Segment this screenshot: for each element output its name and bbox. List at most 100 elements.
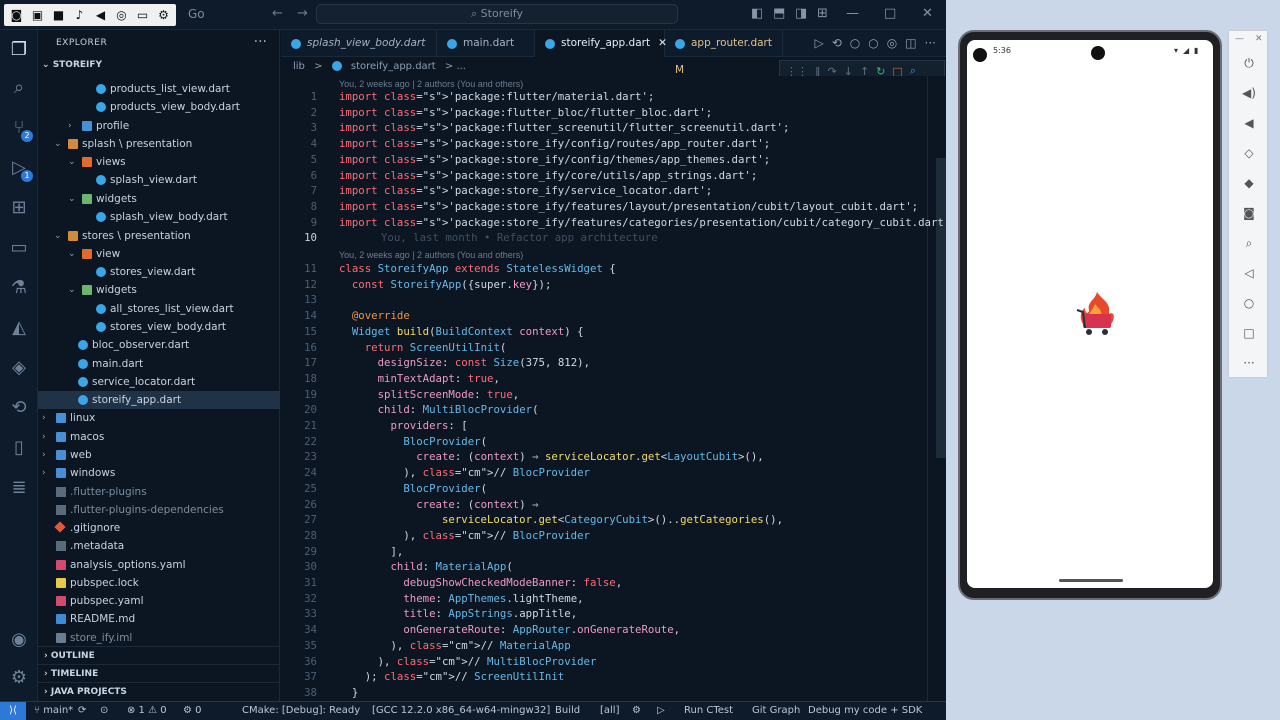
mic-icon[interactable]: ♪ (71, 4, 88, 26)
toggle-sidebar-icon[interactable]: ◧ (751, 6, 763, 21)
tab-app-router[interactable]: app_router.dart M (665, 30, 783, 76)
more-icon[interactable]: ··· (925, 36, 936, 50)
tree-item[interactable]: products_list_view.dart (38, 80, 280, 98)
code-line[interactable]: 32 theme: AppThemes.lightTheme, (281, 591, 921, 607)
debug-bug-icon[interactable]: ⚙ (632, 702, 641, 720)
window-icon[interactable]: ▭ (134, 4, 151, 26)
code-line[interactable]: 4 import class="s">'package:store_ify/con… (281, 136, 921, 152)
toggle-panel-icon[interactable]: ⬒ (773, 6, 785, 21)
bookmarks-icon[interactable]: ▯ (7, 436, 31, 460)
tree-item[interactable]: storeify_app.dart (38, 391, 280, 409)
code-line[interactable]: 22 BlocProvider( (281, 434, 921, 450)
tree-item[interactable]: › windows (38, 464, 280, 482)
volume-down-icon[interactable]: ◀ (1237, 111, 1261, 135)
close-emulator-icon[interactable]: ✕ (1255, 34, 1263, 44)
tree-item[interactable]: README.md (38, 610, 280, 628)
code-line[interactable]: 29 ], (281, 544, 921, 560)
remote-explorer-icon[interactable]: ▭ (7, 236, 31, 260)
problems-indicator[interactable]: ⊗ 1 ⚠ 0 (127, 702, 167, 720)
git-graph-button[interactable]: Git Graph (752, 702, 800, 720)
code-line[interactable]: 5 import class="s">'package:store_ify/con… (281, 152, 921, 168)
code-line[interactable]: 24 ), class="cm">// BlocProvider (281, 465, 921, 481)
editor-scrollbar[interactable] (936, 158, 946, 458)
cmake-kit[interactable]: [GCC 12.2.0 x86_64-w64-mingw32] (372, 702, 550, 720)
command-center-search[interactable]: ⌕ Storeify (316, 4, 678, 24)
forward-arrow-icon[interactable]: → (297, 6, 308, 21)
maximize-icon[interactable]: □ (884, 6, 896, 21)
fullscreen-icon[interactable]: ▣ (29, 4, 46, 26)
branch-indicator[interactable]: ⑂ main* (34, 702, 73, 720)
home-icon[interactable]: ○ (1237, 291, 1261, 315)
tree-item[interactable]: › profile (38, 117, 280, 135)
remote-indicator-icon[interactable]: ⟩⟨ (0, 702, 26, 720)
explorer-icon[interactable]: ❐ (7, 38, 31, 62)
device-screen[interactable]: 5:36 ▾ ◢ ▮ (967, 40, 1213, 588)
code-line[interactable]: 23 create: (context) ⇒ serviceLocator.ge… (281, 449, 921, 465)
split-editor-icon[interactable]: ◫ (905, 36, 916, 50)
tree-item[interactable]: pubspec.yaml (38, 592, 280, 610)
outline-section[interactable]: › OUTLINE (38, 646, 280, 664)
go-menu[interactable]: Go (188, 7, 205, 21)
timeline-section[interactable]: › TIMELINE (38, 664, 280, 682)
back-icon[interactable]: ◁ (1237, 261, 1261, 285)
run-icon[interactable]: ▷ (814, 36, 823, 50)
code-line[interactable]: 36 ), class="cm">// MultiBlocProvider (281, 654, 921, 670)
tree-item[interactable]: all_stores_list_view.dart (38, 300, 280, 318)
tree-item[interactable]: pubspec.lock (38, 574, 280, 592)
java-projects-section[interactable]: › JAVA PROJECTS (38, 682, 280, 700)
code-line[interactable]: 9 import class="s">'package:store_ify/fea… (281, 215, 946, 231)
tree-item[interactable]: ⌄ stores \ presentation (38, 227, 280, 245)
code-line[interactable]: 7 import class="s">'package:store_ify/ser… (281, 183, 921, 199)
tree-item[interactable]: stores_view_body.dart (38, 318, 280, 336)
tree-item[interactable]: products_view_body.dart (38, 98, 280, 116)
tree-item[interactable]: ⌄ widgets (38, 190, 280, 208)
tab-storeify-app[interactable]: storeify_app.dart ✕ (535, 30, 667, 57)
search-icon[interactable]: ⌕ (7, 76, 31, 100)
tree-item[interactable]: bloc_observer.dart (38, 336, 280, 354)
tree-item[interactable]: ⌄ view (38, 245, 280, 263)
next-change-icon[interactable]: ○ (868, 36, 878, 50)
tree-item[interactable]: › linux (38, 409, 280, 427)
tree-item[interactable]: ⌄ views (38, 153, 280, 171)
code-line[interactable]: 11 class StoreifyApp extends StatelessWid… (281, 261, 921, 277)
code-line[interactable]: 13 (281, 292, 921, 308)
speaker-icon[interactable]: ◀ (92, 4, 109, 26)
tree-item[interactable]: stores_view.dart (38, 263, 280, 281)
publish-icon[interactable]: ⊙ (100, 702, 108, 720)
code-line[interactable]: 34 onGenerateRoute: AppRouter.onGenerate… (281, 622, 921, 638)
docker-icon[interactable]: ◈ (7, 356, 31, 380)
screenshot-icon[interactable]: ◙ (1237, 201, 1261, 225)
code-line[interactable]: 15 Widget build(BuildContext context) { (281, 324, 921, 340)
source-control-icon[interactable]: ⑂ 2 (7, 116, 33, 142)
code-line[interactable]: 19 splitScreenMode: true, (281, 387, 921, 403)
code-line[interactable]: 3 import class="s">'package:flutter_scree… (281, 120, 921, 136)
code-line[interactable]: 37 ); class="cm">// ScreenUtilInit (281, 669, 921, 685)
project-root[interactable]: ⌄ STOREIFY (42, 60, 102, 70)
tree-item[interactable]: analysis_options.yaml (38, 556, 280, 574)
rotate-right-icon[interactable]: ◆ (1237, 171, 1261, 195)
rotate-left-icon[interactable]: ◇ (1237, 141, 1261, 165)
code-line[interactable]: 26 create: (context) ⇒ (281, 497, 921, 513)
build-target[interactable]: [all] (600, 702, 620, 720)
code-editor[interactable]: You, 2 weeks ago | 2 authors (You and ot… (281, 76, 946, 701)
account-icon[interactable]: ◉ (7, 628, 31, 652)
back-arrow-icon[interactable]: ← (272, 6, 283, 21)
code-line[interactable]: 6 import class="s">'package:store_ify/cor… (281, 168, 921, 184)
previous-change-icon[interactable]: ○ (850, 36, 860, 50)
more-actions-icon[interactable]: ··· (254, 34, 267, 50)
tree-item[interactable]: splash_view.dart (38, 171, 280, 189)
tree-item[interactable]: ⌄ widgets (38, 281, 280, 299)
breadcrumb-symbols[interactable]: > ... (445, 61, 466, 72)
close-icon[interactable]: ✕ (922, 6, 933, 21)
minimize-emulator-icon[interactable]: — (1235, 34, 1244, 44)
tree-item[interactable]: .flutter-plugins-dependencies (38, 501, 280, 519)
power-icon[interactable]: ⏻ (1237, 51, 1261, 75)
code-line[interactable]: 2 import class="s">'package:flutter_bloc/… (281, 105, 921, 121)
code-line[interactable]: 21 providers: [ (281, 418, 921, 434)
webcam-icon[interactable]: ◎ (113, 4, 130, 26)
volume-up-icon[interactable]: ◀) (1237, 81, 1261, 105)
zoom-icon[interactable]: ⌕ (1237, 231, 1261, 255)
tab-splash-view-body[interactable]: splash_view_body.dart (281, 30, 437, 57)
run-ctest-button[interactable]: Run CTest (684, 702, 733, 720)
tree-item[interactable]: store_ify.iml (38, 629, 280, 647)
